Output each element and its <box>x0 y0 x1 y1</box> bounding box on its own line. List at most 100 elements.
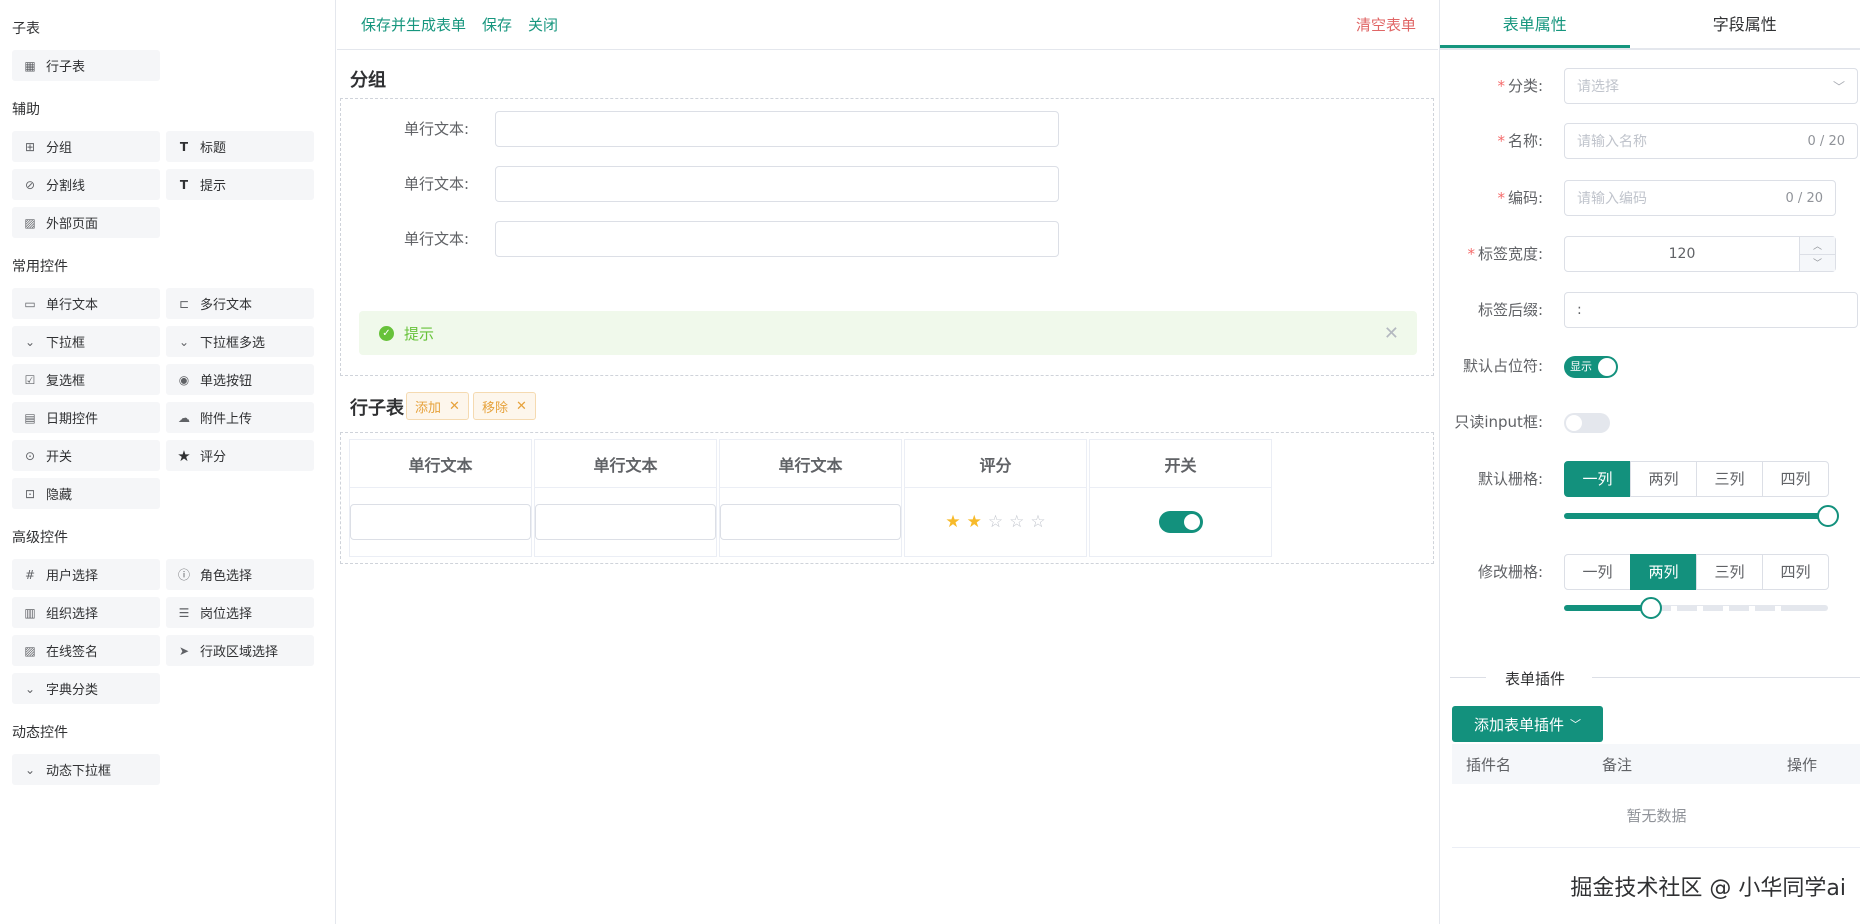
save-generate-button[interactable]: 保存并生成表单 <box>361 14 466 35</box>
text-input[interactable] <box>495 111 1059 147</box>
palette-item[interactable]: ◉ 单选按钮 <box>166 364 314 395</box>
grid-option[interactable]: 四列 <box>1762 461 1829 497</box>
grid-option[interactable]: 四列 <box>1762 554 1829 590</box>
palette-item[interactable]: ⊞ 分组 <box>12 131 160 162</box>
star-filled-icon[interactable]: ★ <box>945 512 960 532</box>
grid-option[interactable]: 三列 <box>1696 461 1763 497</box>
info-icon: ⓘ <box>177 568 190 582</box>
palette-item[interactable]: ▤ 日期控件 <box>12 402 160 433</box>
subtable-column[interactable]: 单行文本 <box>349 439 532 557</box>
palette-item[interactable]: T 提示 <box>166 169 314 200</box>
column-header: 单行文本 <box>720 440 901 488</box>
group-container[interactable]: 单行文本: 单行文本: 单行文本: ✓ 提示 ✕ <box>340 98 1434 376</box>
palette-item[interactable]: ⊏ 多行文本 <box>166 288 314 319</box>
tab-field-properties[interactable]: 字段属性 <box>1630 0 1860 48</box>
form-row[interactable]: 单行文本: <box>341 166 1435 202</box>
form-row[interactable]: 单行文本: <box>341 111 1435 147</box>
slider-handle[interactable] <box>1817 505 1839 527</box>
close-icon[interactable]: ✕ <box>516 399 527 414</box>
modify-grid-segmented: 一列 两列 三列 四列 <box>1564 554 1829 590</box>
palette-item[interactable]: ⌄ 下拉框 <box>12 326 160 357</box>
readonly-switch[interactable] <box>1564 413 1610 433</box>
grid-option[interactable]: 两列 <box>1630 554 1697 590</box>
location-icon: ➤ <box>178 643 190 658</box>
slider-gap <box>1723 606 1729 612</box>
palette-item[interactable]: ⊙ 开关 <box>12 440 160 471</box>
grid-option[interactable]: 两列 <box>1630 461 1697 497</box>
form-row[interactable]: 单行文本: <box>341 221 1435 257</box>
category-select[interactable]: 请选择 ﹀ <box>1564 68 1858 104</box>
subtable-column[interactable]: 开关 <box>1089 439 1272 557</box>
close-icon[interactable]: ✕ <box>449 399 460 414</box>
palette-item[interactable]: # 用户选择 <box>12 559 160 590</box>
palette-item[interactable]: ⓘ 角色选择 <box>166 559 314 590</box>
palette-item[interactable]: ☁ 附件上传 <box>166 402 314 433</box>
group-title[interactable]: 分组 <box>350 66 386 92</box>
text-input[interactable] <box>720 504 901 540</box>
modify-grid-slider[interactable] <box>1564 596 1834 619</box>
palette-group-title: 常用控件 <box>12 259 68 275</box>
slider-handle[interactable] <box>1640 597 1662 619</box>
subtable-title[interactable]: 行子表 <box>350 394 404 420</box>
subtable-column[interactable]: 单行文本 <box>534 439 717 557</box>
palette-item[interactable]: ⌄ 字典分类 <box>12 673 160 704</box>
add-plugin-button[interactable]: 添加表单插件 ﹀ <box>1452 706 1603 742</box>
palette-item[interactable]: ▥ 组织选择 <box>12 597 160 628</box>
grid-option[interactable]: 三列 <box>1696 554 1763 590</box>
name-label: * 名称: <box>1440 123 1543 159</box>
switch-toggle[interactable] <box>1158 511 1203 533</box>
add-plugin-label: 添加表单插件 <box>1473 715 1564 734</box>
properties-panel: 表单属性 字段属性 * 分类: 请选择 ﹀ * 名称: 请输入名称 0 / 20 *… <box>1439 0 1860 924</box>
star-empty-icon[interactable]: ☆ <box>1030 512 1045 532</box>
subtable-column[interactable]: 单行文本 <box>719 439 902 557</box>
palette-item[interactable]: ▨ 外部页面 <box>12 207 160 238</box>
label-width-number-input[interactable]: 120 ︿ ﹀ <box>1564 236 1836 272</box>
palette-item[interactable]: ▦ 行子表 <box>12 50 160 81</box>
grid-option[interactable]: 一列 <box>1564 461 1631 497</box>
empty-state: 暂无数据 <box>1452 784 1860 848</box>
label-suffix-input[interactable]: : <box>1564 292 1858 328</box>
palette-item[interactable]: ⊘ 分割线 <box>12 169 160 200</box>
close-icon[interactable]: ✕ <box>1384 323 1399 344</box>
save-button[interactable]: 保存 <box>482 14 512 35</box>
label-suffix-value: : <box>1577 302 1582 318</box>
palette-item[interactable]: ★ 评分 <box>166 440 314 471</box>
text-input[interactable] <box>495 166 1059 202</box>
name-input[interactable]: 请输入名称 0 / 20 <box>1564 123 1858 159</box>
palette-item[interactable]: ⌄ 动态下拉框 <box>12 754 160 785</box>
rating-stars[interactable]: ★ ★ ☆ ☆ ☆ <box>942 512 1048 532</box>
close-button[interactable]: 关闭 <box>528 14 558 35</box>
palette-item[interactable]: ☰ 岗位选择 <box>166 597 314 628</box>
palette-item[interactable]: T 标题 <box>166 131 314 162</box>
star-empty-icon[interactable]: ☆ <box>988 512 1003 532</box>
watermark: 掘金技术社区 @ 小华同学ai <box>1570 876 1846 901</box>
star-filled-icon[interactable]: ★ <box>967 512 982 532</box>
default-grid-slider[interactable] <box>1564 504 1839 527</box>
grid-option[interactable]: 一列 <box>1564 554 1631 590</box>
subtable-column[interactable]: 评分 ★ ★ ☆ ☆ ☆ <box>904 439 1087 557</box>
chevron-down-icon: ﹀ <box>1832 79 1845 94</box>
text-input[interactable] <box>350 504 531 540</box>
text-input[interactable] <box>495 221 1059 257</box>
clear-form-button[interactable]: 清空表单 <box>1356 14 1416 35</box>
placeholder-switch[interactable]: 显示 <box>1564 356 1618 378</box>
number-icon: # <box>24 567 36 582</box>
palette-item[interactable]: ▨ 在线签名 <box>12 635 160 666</box>
decrease-icon[interactable]: ﹀ <box>1800 254 1835 271</box>
star-empty-icon[interactable]: ☆ <box>1009 512 1024 532</box>
label-suffix-row: 标签后缀: : <box>1440 292 1860 328</box>
palette-item-label: 动态下拉框 <box>46 764 112 779</box>
palette-item[interactable]: ⌄ 下拉框多选 <box>166 326 314 357</box>
text-input[interactable] <box>535 504 716 540</box>
palette-item[interactable]: ▭ 单行文本 <box>12 288 160 319</box>
palette-item[interactable]: ➤ 行政区域选择 <box>166 635 314 666</box>
code-input[interactable]: 请输入编码 0 / 20 <box>1564 180 1836 216</box>
remove-row-tag[interactable]: 移除 ✕ <box>473 392 536 420</box>
tip-alert[interactable]: ✓ 提示 ✕ <box>359 311 1417 355</box>
add-row-tag[interactable]: 添加 ✕ <box>406 392 469 420</box>
palette-item[interactable]: ⊡ 隐藏 <box>12 478 160 509</box>
tab-form-properties[interactable]: 表单属性 <box>1440 0 1630 48</box>
subtable-container[interactable]: 单行文本 单行文本 单行文本 评分 ★ ★ ☆ ☆ ☆ 开关 <box>340 432 1434 564</box>
increase-icon[interactable]: ︿ <box>1800 237 1835 255</box>
palette-item[interactable]: ☑ 复选框 <box>12 364 160 395</box>
